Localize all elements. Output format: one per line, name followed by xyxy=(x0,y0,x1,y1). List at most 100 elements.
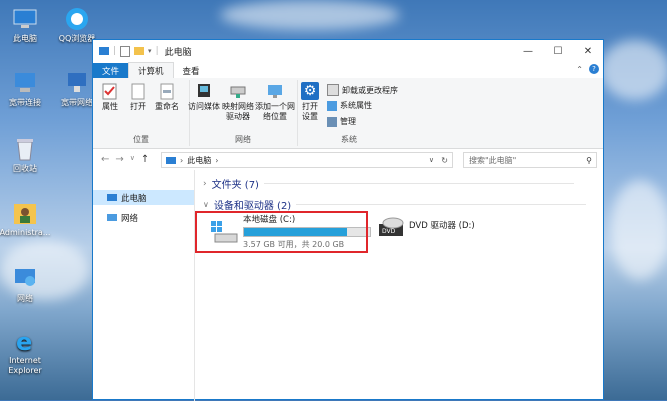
recycle-bin-icon xyxy=(11,136,39,162)
uninstall-icon xyxy=(327,84,339,96)
maximize-button[interactable]: ☐ xyxy=(543,40,573,62)
address-bar[interactable]: › 此电脑 › ∨ ↻ xyxy=(161,152,453,168)
refresh-icon[interactable]: ↻ xyxy=(441,156,448,165)
user-folder-icon xyxy=(11,200,39,226)
svg-text:DVD: DVD xyxy=(382,228,396,235)
separator: | xyxy=(155,46,159,56)
help-icon[interactable]: ? xyxy=(589,64,599,74)
ribbon-tabs: 文件 计算机 查看 xyxy=(93,62,603,79)
forward-arrow-icon[interactable]: → xyxy=(115,154,123,165)
access-media-button[interactable]: 访问媒体 xyxy=(185,82,223,112)
folders-section-header[interactable]: › 文件夹 (7) xyxy=(203,176,574,191)
network-icon xyxy=(107,214,117,221)
access-media-label: 访问媒体 xyxy=(188,102,220,111)
breadcrumb-separator: › xyxy=(180,155,184,165)
folder-icon[interactable] xyxy=(134,47,145,55)
desktop-icon-label: 回收站 xyxy=(13,164,37,173)
section-title: 设备和驱动器 (2) xyxy=(213,201,292,212)
address-dropdown-icon[interactable]: ∨ xyxy=(429,156,434,164)
network-icon xyxy=(11,266,39,292)
group-name: 位置 xyxy=(133,135,149,144)
add-network-location-button[interactable]: 添加一个网络位置 xyxy=(255,82,295,122)
chevron-down-icon[interactable]: ∨ xyxy=(130,154,135,165)
cloud xyxy=(600,40,667,100)
quick-access-toolbar: | ▾ | xyxy=(93,45,159,57)
nav-item-label: 此电脑 xyxy=(121,193,147,204)
divider xyxy=(263,183,574,184)
up-arrow-icon[interactable]: ↑ xyxy=(141,154,149,165)
ribbon-group-system: ⚙ 打开设置 卸载或更改程序 系统属性 管理 系统 xyxy=(297,80,401,146)
desktop-icon-internet-explorer[interactable]: e Internet Explorer xyxy=(0,328,55,376)
open-settings-button[interactable]: ⚙ 打开设置 xyxy=(299,82,321,122)
nav-item-label: 网络 xyxy=(121,213,139,224)
internet-explorer-icon: e xyxy=(11,328,39,354)
tab-view[interactable]: 查看 xyxy=(174,63,209,78)
ribbon-group-network: 访问媒体 映射网络驱动器 添加一个网络位置 网络 xyxy=(188,80,298,146)
uninstall-label: 卸载或更改程序 xyxy=(342,85,398,95)
manage-icon xyxy=(327,116,337,127)
highlight-box xyxy=(195,211,368,253)
minimize-button[interactable]: — xyxy=(513,40,543,62)
desktop-icon-network[interactable]: 网络 xyxy=(0,266,55,304)
uninstall-button[interactable]: 卸载或更改程序 xyxy=(327,84,398,96)
ribbon: 属性 打开 重命名 位置 访问媒体 映射网络驱动器 添加一个网络位置 网络 ⚙ … xyxy=(93,78,603,149)
nav-item-network[interactable]: 网络 xyxy=(93,210,194,225)
system-properties-button[interactable]: 系统属性 xyxy=(327,100,372,111)
open-settings-label: 打开设置 xyxy=(302,102,318,121)
desktop-icon-label: Administra... xyxy=(0,228,51,237)
map-drive-button[interactable]: 映射网络驱动器 xyxy=(220,82,256,122)
divider xyxy=(296,204,587,205)
computer-icon xyxy=(107,194,117,201)
devices-section-header[interactable]: ∨ 设备和驱动器 (2) xyxy=(203,197,587,212)
properties-button[interactable]: 属性 xyxy=(99,82,121,112)
add-location-icon xyxy=(266,82,284,100)
desktop-icon-label: Internet Explorer xyxy=(8,356,42,375)
tab-computer[interactable]: 计算机 xyxy=(128,62,174,79)
desktop-icon-administrator[interactable]: Administra... xyxy=(0,200,55,238)
back-arrow-icon[interactable]: ← xyxy=(101,154,109,165)
search-placeholder: 搜索"此电脑" xyxy=(469,155,517,165)
computer-icon xyxy=(166,156,176,164)
map-drive-icon xyxy=(229,82,247,100)
qq-browser-icon xyxy=(63,6,91,32)
breadcrumb-separator: › xyxy=(215,155,219,165)
system-properties-label: 系统属性 xyxy=(340,101,372,110)
explorer-window: | ▾ | 此电脑 — ☐ ✕ 文件 计算机 查看 ⌃ ? 属性 打开 重命名 … xyxy=(92,39,604,401)
chevron-down-icon: ∨ xyxy=(203,200,209,209)
window-menu-icon[interactable] xyxy=(99,47,109,55)
properties-label: 属性 xyxy=(102,102,118,111)
manage-label: 管理 xyxy=(340,117,356,126)
gear-icon: ⚙ xyxy=(301,82,319,100)
drive-name: DVD 驱动器 (D:) xyxy=(409,221,475,231)
collapse-ribbon-icon[interactable]: ⌃ xyxy=(576,65,583,74)
drive-d[interactable]: DVD DVD 驱动器 (D:) xyxy=(377,215,475,241)
rename-button[interactable]: 重命名 xyxy=(153,82,181,112)
properties-check-icon[interactable] xyxy=(120,45,131,57)
manage-button[interactable]: 管理 xyxy=(327,116,356,127)
desktop-icon-recycle-bin[interactable]: 回收站 xyxy=(0,136,55,174)
map-drive-label: 映射网络驱动器 xyxy=(222,102,254,121)
address-row: ← → ∨ ↑ › 此电脑 › ∨ ↻ 搜索"此电脑" ⚲ xyxy=(93,148,603,170)
network-connection-icon xyxy=(63,70,91,96)
tab-file[interactable]: 文件 xyxy=(93,63,129,78)
computer-icon xyxy=(11,6,39,32)
properties-icon xyxy=(101,82,119,100)
content-area: › 文件夹 (7) ∨ 设备和驱动器 (2) 本地磁盘 (C:) 3.57 GB… xyxy=(195,170,603,399)
search-icon: ⚲ xyxy=(586,155,592,165)
media-icon xyxy=(195,82,213,100)
chevron-right-icon: › xyxy=(203,178,207,189)
close-button[interactable]: ✕ xyxy=(573,40,603,62)
open-button[interactable]: 打开 xyxy=(127,82,149,112)
section-title: 文件夹 (7) xyxy=(211,180,259,191)
desktop-icon-label: 网络 xyxy=(17,294,33,303)
dvd-drive-icon: DVD xyxy=(377,215,405,241)
search-input[interactable]: 搜索"此电脑" ⚲ xyxy=(463,152,597,168)
rename-label: 重命名 xyxy=(155,102,179,111)
breadcrumb[interactable]: 此电脑 xyxy=(187,155,211,166)
window-title: 此电脑 xyxy=(164,47,192,58)
nav-item-this-pc[interactable]: 此电脑 xyxy=(93,190,194,205)
ribbon-right-controls: ⌃ ? xyxy=(576,64,599,74)
dropdown-icon[interactable]: ▾ xyxy=(148,47,152,55)
system-properties-icon xyxy=(327,100,337,111)
add-location-label: 添加一个网络位置 xyxy=(255,102,295,121)
